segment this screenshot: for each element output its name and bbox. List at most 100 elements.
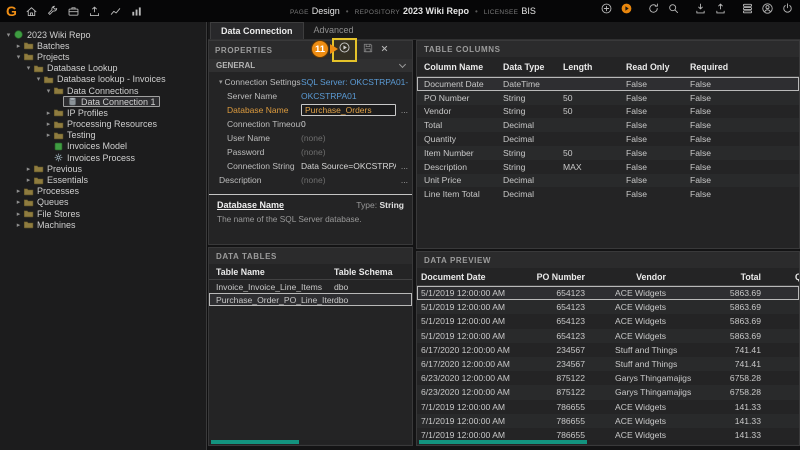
property-row-description[interactable]: Description(none)...: [209, 173, 412, 187]
tree-item-processing-resources[interactable]: ▸Processing Resources: [0, 119, 206, 130]
home-icon[interactable]: [25, 4, 39, 18]
tree-item-invoices-process[interactable]: Invoices Process: [0, 152, 206, 163]
tree-node[interactable]: Database Lookup: [33, 63, 118, 74]
chevron-collapsed-icon[interactable]: ▸: [14, 187, 23, 195]
property-row-connection-string[interactable]: Connection StringData Source=OKCSTRPA01.…: [209, 159, 412, 173]
table-row[interactable]: QuantityDecimalFalseFalse: [417, 132, 799, 146]
table-row[interactable]: 7/1/2019 12:00:00 AM786655ACE Widgets141…: [417, 400, 799, 414]
power-icon[interactable]: [781, 2, 794, 20]
table-row[interactable]: PO NumberString50FalseFalse: [417, 91, 799, 105]
ellipsis-button[interactable]: ...: [396, 161, 408, 171]
column-header-data-type[interactable]: Data Type: [503, 62, 563, 72]
table-row[interactable]: Line Item TotalDecimalFalseFalse: [417, 187, 799, 201]
execute-button[interactable]: [338, 41, 351, 59]
expander-icon[interactable]: ▾: [219, 78, 223, 86]
column-header-table-schema[interactable]: Table Schema: [334, 267, 412, 277]
table-row[interactable]: TotalDecimalFalseFalse: [417, 118, 799, 132]
column-header-total[interactable]: Total: [711, 272, 767, 282]
tree-item-data-connection-1[interactable]: Data Connection 1: [0, 96, 206, 107]
property-value[interactable]: Data Source=OKCSTRPA01...: [301, 161, 396, 171]
tree-item-invoices-model[interactable]: Invoices Model: [0, 141, 206, 152]
column-header-document-date[interactable]: Document Date: [421, 272, 531, 282]
chevron-collapsed-icon[interactable]: ▸: [44, 131, 53, 139]
tree-node[interactable]: Machines: [23, 219, 76, 230]
table-row[interactable]: Invoice_Invoice_Line_Itemsdbo: [209, 280, 412, 293]
tree-node[interactable]: Invoices Process: [53, 152, 135, 163]
tree-item-testing[interactable]: ▸Testing: [0, 130, 206, 141]
refresh-icon[interactable]: [647, 2, 660, 20]
search-icon[interactable]: [667, 2, 680, 20]
tree-node[interactable]: Queues: [23, 197, 69, 208]
tree-node[interactable]: Processing Resources: [53, 119, 157, 130]
column-header-po-number[interactable]: PO Number: [531, 272, 591, 282]
data-tables-hscrollbar[interactable]: [210, 440, 411, 444]
tree-item-ip-profiles[interactable]: ▸IP Profiles: [0, 107, 206, 118]
tree-item-essentials[interactable]: ▸Essentials: [0, 174, 206, 185]
wrench-icon[interactable]: [46, 4, 60, 18]
tree-item-queues[interactable]: ▸Queues: [0, 197, 206, 208]
tree-item-machines[interactable]: ▸Machines: [0, 219, 206, 230]
chevron-expanded-icon[interactable]: ▾: [4, 31, 13, 39]
upload-icon[interactable]: [88, 4, 102, 18]
import-icon[interactable]: [694, 2, 707, 20]
tree-item-file-stores[interactable]: ▸File Stores: [0, 208, 206, 219]
tree-item-projects[interactable]: ▾Projects: [0, 51, 206, 62]
chevron-expanded-icon[interactable]: ▾: [34, 75, 43, 83]
ellipsis-button[interactable]: ...: [396, 175, 408, 185]
tree-node[interactable]: Projects: [23, 51, 70, 62]
tree-node[interactable]: Database lookup - Invoices: [43, 74, 166, 85]
tree-item-processes[interactable]: ▸Processes: [0, 186, 206, 197]
tree-node[interactable]: Essentials: [33, 175, 88, 186]
property-value[interactable]: (none): [301, 133, 408, 143]
chevron-collapsed-icon[interactable]: ▸: [44, 109, 53, 117]
tab-data-connection[interactable]: Data Connection: [210, 22, 304, 39]
database-name-input[interactable]: Purchase_Orders: [301, 104, 396, 116]
chevron-collapsed-icon[interactable]: ▸: [14, 42, 23, 50]
tree-node[interactable]: Invoices Model: [53, 141, 127, 152]
data-preview-hscrollbar[interactable]: [418, 440, 798, 444]
table-row[interactable]: 7/1/2019 12:00:00 AM786655ACE Widgets141…: [417, 414, 799, 428]
plus-circle-icon[interactable]: [600, 2, 613, 20]
tree-item-database-lookup[interactable]: ▾Database Lookup: [0, 63, 206, 74]
property-value[interactable]: OKCSTRPA01: [301, 91, 408, 101]
property-row-user-name[interactable]: User Name(none): [209, 131, 412, 145]
column-header-length[interactable]: Length: [563, 62, 626, 72]
property-row-server-name[interactable]: Server NameOKCSTRPA01: [209, 89, 412, 103]
chart-line-icon[interactable]: [109, 4, 123, 18]
tree-node[interactable]: Testing: [53, 130, 96, 141]
property-value[interactable]: SQL Server: OKCSTRPA01-...: [301, 77, 408, 87]
run-circle-icon[interactable]: [620, 2, 633, 20]
tree-node[interactable]: Batches: [23, 40, 70, 51]
ellipsis-button[interactable]: ...: [396, 105, 408, 115]
column-header-q[interactable]: Q: [767, 272, 799, 282]
property-row-connection-settings[interactable]: ▾Connection SettingsSQL Server: OKCSTRPA…: [209, 75, 412, 89]
stack-icon[interactable]: [741, 2, 754, 20]
table-row[interactable]: DescriptionStringMAXFalseFalse: [417, 160, 799, 174]
property-value[interactable]: 0: [301, 119, 408, 129]
table-row[interactable]: Unit PriceDecimalFalseFalse: [417, 174, 799, 188]
briefcase-icon[interactable]: [67, 4, 81, 18]
tree-node[interactable]: Data Connection 1: [63, 96, 160, 107]
tree-node[interactable]: Data Connections: [53, 85, 139, 96]
tree-node[interactable]: Processes: [23, 186, 79, 197]
chevron-expanded-icon[interactable]: ▾: [44, 87, 53, 95]
table-row[interactable]: Item NumberString50FalseFalse: [417, 146, 799, 160]
property-row-connection-timeout[interactable]: Connection Timeout0: [209, 117, 412, 131]
close-icon[interactable]: [379, 41, 390, 59]
column-header-vendor[interactable]: Vendor: [591, 272, 711, 282]
chevron-expanded-icon[interactable]: ▾: [24, 64, 33, 72]
column-header-required[interactable]: Required: [690, 62, 799, 72]
table-row[interactable]: 6/17/2020 12:00:00 AM234567Stuff and Thi…: [417, 357, 799, 371]
table-row[interactable]: 5/1/2019 12:00:00 AM654123ACE Widgets586…: [417, 286, 799, 300]
table-row[interactable]: 5/1/2019 12:00:00 AM654123ACE Widgets586…: [417, 300, 799, 314]
property-row-password[interactable]: Password(none): [209, 145, 412, 159]
tab-advanced[interactable]: Advanced: [304, 22, 364, 39]
chevron-collapsed-icon[interactable]: ▸: [14, 221, 23, 229]
table-row[interactable]: 6/23/2020 12:00:00 AM875122Garys Thingam…: [417, 385, 799, 399]
column-header-table-name[interactable]: Table Name: [216, 267, 334, 277]
tree-node[interactable]: File Stores: [23, 208, 80, 219]
column-header-column-name[interactable]: Column Name: [424, 62, 503, 72]
table-row[interactable]: Purchase_Order_PO_Line_Itemsdbo: [209, 293, 412, 306]
chevron-collapsed-icon[interactable]: ▸: [14, 210, 23, 218]
chevron-expanded-icon[interactable]: ▾: [14, 53, 23, 61]
